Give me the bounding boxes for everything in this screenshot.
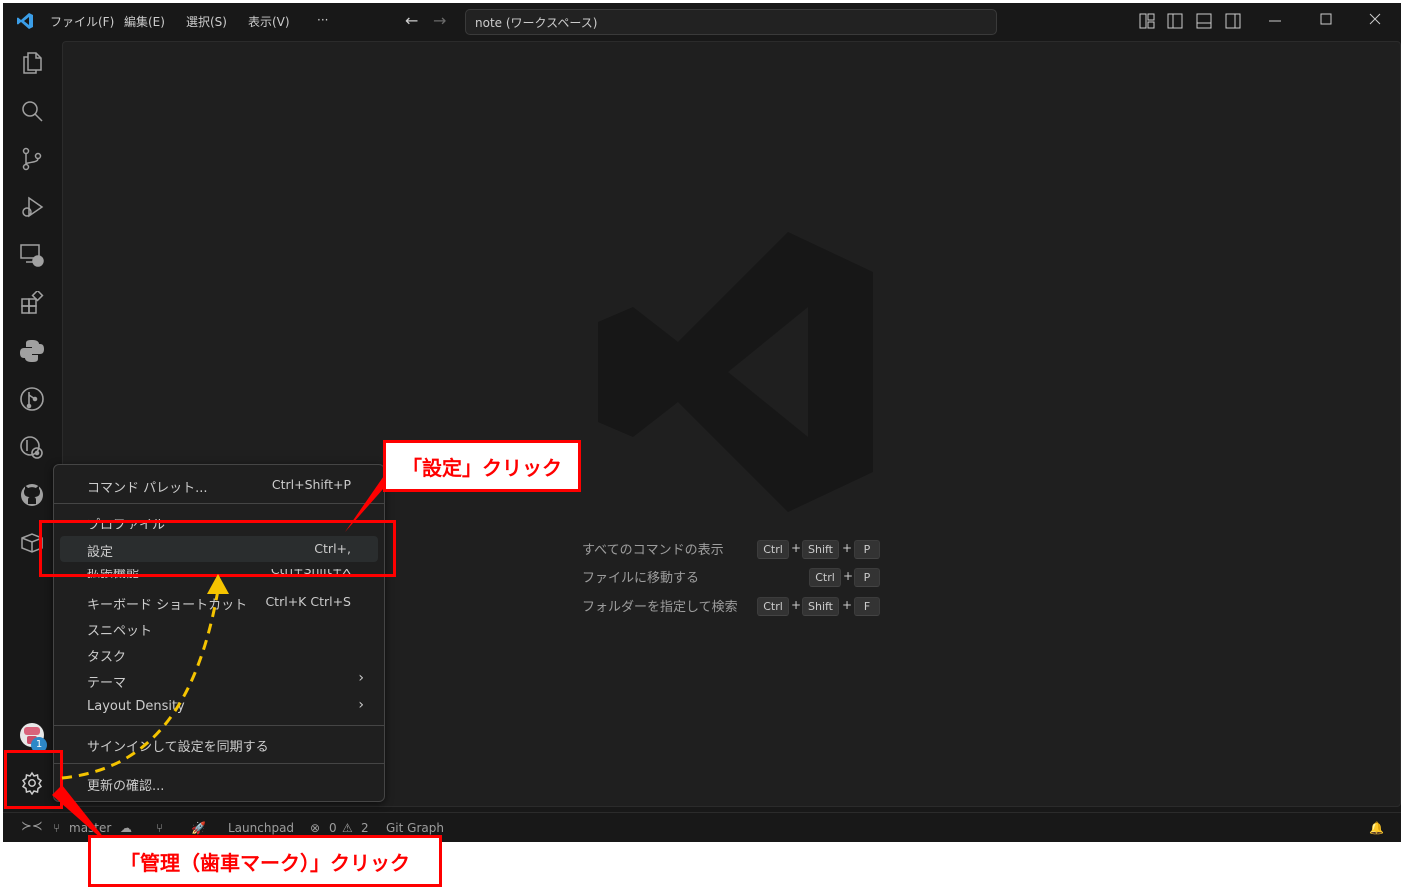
callout-manage-text: 「管理（歯車マーク）」クリック (91, 838, 439, 884)
callout-manage: 「管理（歯車マーク）」クリック (88, 835, 442, 887)
annotation-arrows (52, 470, 400, 848)
callout-settings-text: 「設定」クリック (386, 443, 578, 489)
callout-settings: 「設定」クリック (383, 440, 581, 492)
